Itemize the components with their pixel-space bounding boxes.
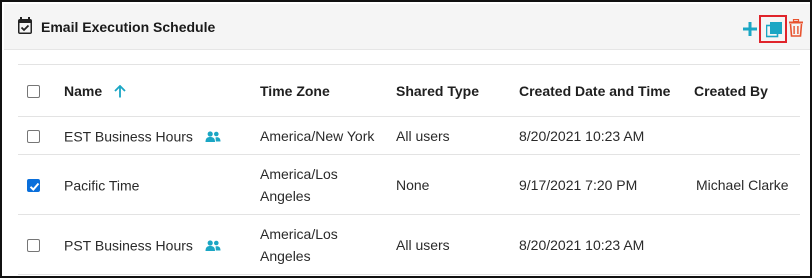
- schedule-table-container: Name Time Zone Shared Type Created Date …: [18, 64, 800, 275]
- checkmark-icon: [29, 183, 40, 192]
- schedule-name-cell: EST Business Hours: [48, 116, 258, 155]
- select-all-cell: [18, 64, 48, 117]
- time-zone-cell: America/Los Angeles: [258, 214, 396, 275]
- panel-title: Email Execution Schedule: [41, 19, 216, 35]
- created-date-cell: 9/17/2021 7:20 PM: [519, 154, 694, 215]
- shared-users-icon: [205, 240, 221, 251]
- created-by-cell: Michael Clarke: [694, 154, 800, 215]
- row-checkbox[interactable]: [27, 239, 40, 253]
- column-header-name-label: Name: [64, 82, 103, 99]
- time-zone-line: Angeles: [260, 187, 311, 204]
- trash-icon: [789, 18, 803, 37]
- add-schedule-button[interactable]: [741, 20, 759, 38]
- row-checkbox[interactable]: [27, 179, 40, 193]
- copy-schedule-button[interactable]: [759, 15, 787, 43]
- created-date-cell: 8/20/2021 10:23 AM: [519, 214, 694, 275]
- created-by-cell: [694, 116, 800, 155]
- row-select-cell: [18, 154, 48, 215]
- copy-icon: [766, 22, 782, 38]
- column-header-created-by[interactable]: Created By: [694, 64, 800, 117]
- sort-ascending-icon[interactable]: [114, 85, 126, 98]
- schedule-table: Name Time Zone Shared Type Created Date …: [18, 64, 800, 275]
- created-by-cell: [694, 214, 800, 275]
- time-zone-line: America/Los: [260, 225, 338, 242]
- time-zone-cell: America/Los Angeles: [258, 154, 396, 215]
- schedule-name-cell: PST Business Hours: [48, 214, 258, 275]
- schedule-name-cell: Pacific Time: [48, 154, 258, 215]
- schedule-name: EST Business Hours: [64, 128, 193, 145]
- shared-type-cell: All users: [396, 116, 519, 155]
- add-icon: [743, 22, 757, 36]
- time-zone-line: Angeles: [260, 247, 311, 264]
- select-all-checkbox[interactable]: [27, 85, 40, 99]
- column-header-shared-type[interactable]: Shared Type: [396, 64, 519, 117]
- column-header-created[interactable]: Created Date and Time: [519, 64, 694, 117]
- table-header-row: Name Time Zone Shared Type Created Date …: [18, 64, 800, 117]
- table-row[interactable]: EST Business Hours America/New York All …: [18, 116, 800, 155]
- time-zone-line: America/Los: [260, 165, 338, 182]
- email-execution-schedule-panel: Email Execution Schedule Name Time Zone …: [0, 0, 812, 278]
- panel-header: Email Execution Schedule: [4, 4, 810, 50]
- row-select-cell: [18, 214, 48, 275]
- created-date-cell: 8/20/2021 10:23 AM: [519, 116, 694, 155]
- column-header-time-zone[interactable]: Time Zone: [258, 64, 396, 117]
- schedule-name: PST Business Hours: [64, 237, 193, 254]
- time-zone-cell: America/New York: [258, 116, 396, 155]
- table-row[interactable]: PST Business Hours America/Los Angeles A…: [18, 214, 800, 275]
- schedule-name: Pacific Time: [64, 177, 140, 194]
- shared-type-cell: All users: [396, 214, 519, 275]
- shared-users-icon: [205, 131, 221, 142]
- column-header-name[interactable]: Name: [48, 64, 258, 117]
- row-checkbox[interactable]: [27, 130, 40, 144]
- row-select-cell: [18, 116, 48, 155]
- shared-type-cell: None: [396, 154, 519, 215]
- delete-schedule-button[interactable]: [788, 18, 804, 37]
- table-row[interactable]: Pacific Time America/Los Angeles None 9/…: [18, 154, 800, 215]
- calendar-check-icon: [18, 17, 32, 34]
